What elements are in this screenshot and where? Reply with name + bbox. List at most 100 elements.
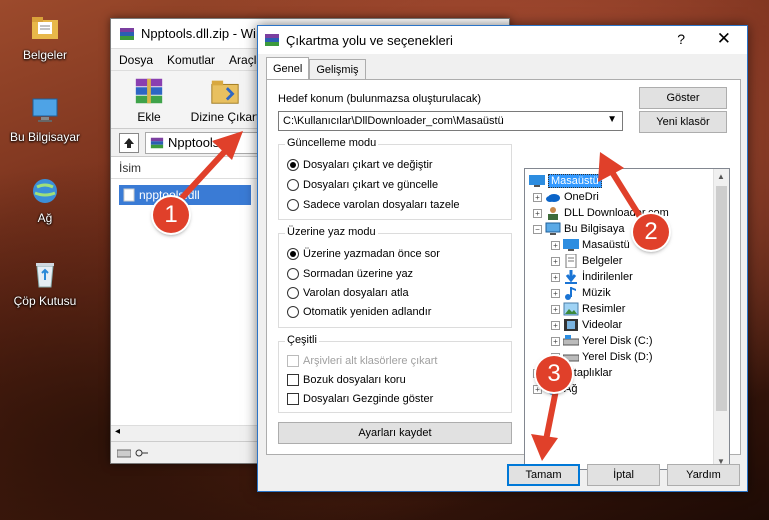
extract-to-button-label: Dizine Çıkart — [190, 110, 260, 124]
tree-item-masaustu-root[interactable]: Masaüstü — [529, 173, 602, 189]
show-button[interactable]: Göster — [639, 87, 727, 109]
radio-label: Dosyaları çıkart ve güncelle — [303, 179, 439, 191]
expand-icon[interactable]: + — [551, 320, 560, 330]
key-icon — [135, 449, 148, 456]
checkbox[interactable] — [287, 374, 299, 386]
radio-button[interactable] — [287, 179, 299, 191]
help-button[interactable]: Yardım — [667, 464, 740, 486]
extract-dialog: Çıkartma yolu ve seçenekleri ? ✕ Genel G… — [257, 25, 748, 492]
new-folder-button[interactable]: Yeni klasör — [639, 111, 727, 133]
add-button[interactable]: Ekle — [119, 75, 179, 124]
expand-icon[interactable]: + — [551, 240, 560, 250]
radio-button[interactable] — [287, 248, 299, 260]
menu-dosya[interactable]: Dosya — [119, 53, 153, 67]
tab-gelismis[interactable]: Gelişmiş — [309, 59, 366, 79]
tree-vertical-scrollbar[interactable]: ▲ ▼ — [713, 169, 729, 469]
tree-label: Bu Bilgisaya — [564, 223, 625, 235]
tree-item-masaustu[interactable]: + Masaüstü — [551, 237, 630, 253]
expand-icon[interactable]: + — [533, 192, 542, 202]
radio-button[interactable] — [287, 287, 299, 299]
tree-item-resimler[interactable]: + Resimler — [551, 301, 625, 317]
tree-item-belgeler[interactable]: + Belgeler — [551, 253, 622, 269]
tree-label: Yerel Disk (D:) — [582, 351, 653, 363]
general-tab-panel: Hedef konum (bulunmazsa oluşturulacak) C… — [266, 79, 741, 470]
tree-label: Müzik — [582, 287, 611, 299]
desktop-icon — [529, 175, 545, 187]
desktop-icon — [563, 239, 579, 251]
tree-label: Masaüstü — [582, 239, 630, 251]
computer-icon — [545, 222, 561, 235]
destination-path-combo[interactable]: C:\Kullanıcılar\DllDownloader_com\Masaüs… — [278, 111, 623, 131]
expand-icon[interactable]: + — [551, 256, 560, 266]
tree-item-muzik[interactable]: + Müzik — [551, 285, 611, 301]
winrar-app-icon — [120, 27, 134, 40]
checkbox-extract-subfolders: Arşivleri alt klasörlere çıkart — [287, 355, 437, 367]
close-icon[interactable]: ✕ — [717, 29, 731, 49]
winrar-app-icon — [265, 34, 279, 46]
extract-to-button[interactable]: Dizine Çıkart — [189, 75, 261, 124]
network-icon — [33, 179, 57, 203]
expand-icon[interactable]: + — [551, 336, 560, 346]
desktop-icon-label: Belgeler — [22, 48, 68, 62]
collapse-icon[interactable]: − — [533, 224, 542, 234]
tree-item-indirilenler[interactable]: + İndirilenler — [551, 269, 633, 285]
tree-item-bu-bilgisayar[interactable]: − Bu Bilgisaya — [533, 221, 625, 237]
expand-icon[interactable]: + — [551, 272, 560, 282]
tree-item-onedrive[interactable]: + OneDri — [533, 189, 599, 205]
address-text: Npptools.dll — [168, 135, 236, 150]
scroll-thumb[interactable] — [716, 186, 727, 411]
radio-overwrite-without-prompt[interactable]: Sormadan üzerine yaz — [287, 268, 413, 280]
tree-label: Belgeler — [582, 255, 623, 267]
up-folder-button[interactable] — [119, 132, 139, 153]
radio-label: Varolan dosyaları atla — [303, 287, 409, 299]
dialog-tabs: Genel Gelişmiş — [266, 57, 366, 79]
user-icon — [548, 207, 558, 220]
expand-icon[interactable]: + — [533, 208, 542, 218]
save-settings-button[interactable]: Ayarları kaydet — [278, 422, 512, 444]
desktop-icon-label: Ağ — [37, 211, 53, 225]
radio-refresh-existing[interactable]: Sadece varolan dosyaları tazele — [287, 199, 460, 211]
cancel-button[interactable]: İptal — [587, 464, 660, 486]
radio-button[interactable] — [287, 306, 299, 318]
dialog-title-bar: Çıkartma yolu ve seçenekleri ? ✕ — [258, 26, 747, 54]
tree-item-yerel-disk-c[interactable]: + Yerel Disk (C:) — [551, 333, 653, 349]
radio-button[interactable] — [287, 199, 299, 211]
desktop-icon-bu-bilgisayar[interactable]: Bu Bilgisayar — [5, 94, 85, 144]
desktop-icon-belgeler[interactable]: Belgeler — [5, 12, 85, 62]
checkbox-show-in-explorer[interactable]: Dosyaları Gezginde göster — [287, 393, 433, 405]
horizontal-scrollbar[interactable]: ◂ — [111, 425, 259, 441]
tree-label: Yerel Disk (C:) — [582, 335, 653, 347]
tree-label: Masaüstü — [548, 174, 602, 188]
radio-button[interactable] — [287, 268, 299, 280]
winrar-title: Npptools.dll.zip - Wi — [141, 26, 256, 41]
radio-ask-before-overwrite[interactable]: Üzerine yazmadan önce sor — [287, 248, 440, 260]
tab-genel[interactable]: Genel — [266, 57, 310, 79]
checkbox-label: Bozuk dosyaları koru — [303, 374, 406, 386]
callout-badge-1: 1 — [153, 197, 189, 233]
ok-button[interactable]: Tamam — [507, 464, 580, 486]
checkbox-label: Arşivleri alt klasörlere çıkart — [303, 355, 438, 367]
checkbox-keep-broken[interactable]: Bozuk dosyaları koru — [287, 374, 406, 386]
radio-skip-existing[interactable]: Varolan dosyaları atla — [287, 287, 409, 299]
scroll-up-icon[interactable]: ▲ — [717, 172, 725, 181]
chevron-down-icon[interactable]: ▼ — [607, 114, 617, 125]
folder-tree[interactable]: Masaüstü + OneDri + DLL Downloader.com −… — [524, 168, 730, 470]
onedrive-icon — [546, 194, 560, 202]
desktop-icon-label: Çöp Kutusu — [13, 294, 77, 308]
music-icon — [565, 287, 576, 300]
tree-item-videolar[interactable]: + Videolar — [551, 317, 622, 333]
desktop-icon-ag[interactable]: Ağ — [5, 175, 85, 225]
menu-komutlar[interactable]: Komutlar — [167, 53, 215, 67]
file-row[interactable]: npptools.dll — [119, 185, 251, 205]
checkbox[interactable] — [287, 393, 299, 405]
radio-auto-rename[interactable]: Otomatik yeniden adlandır — [287, 306, 431, 318]
add-button-label: Ekle — [137, 110, 161, 124]
radio-extract-update[interactable]: Dosyaları çıkart ve güncelle — [287, 179, 438, 191]
radio-extract-replace[interactable]: Dosyaları çıkart ve değiştir — [287, 159, 433, 171]
desktop-icon-cop-kutusu[interactable]: Çöp Kutusu — [5, 258, 85, 308]
radio-button[interactable] — [287, 159, 299, 171]
help-title-button[interactable]: ? — [677, 31, 685, 47]
expand-icon[interactable]: + — [551, 304, 560, 314]
expand-icon[interactable]: + — [551, 288, 560, 298]
downloads-icon — [565, 270, 577, 284]
